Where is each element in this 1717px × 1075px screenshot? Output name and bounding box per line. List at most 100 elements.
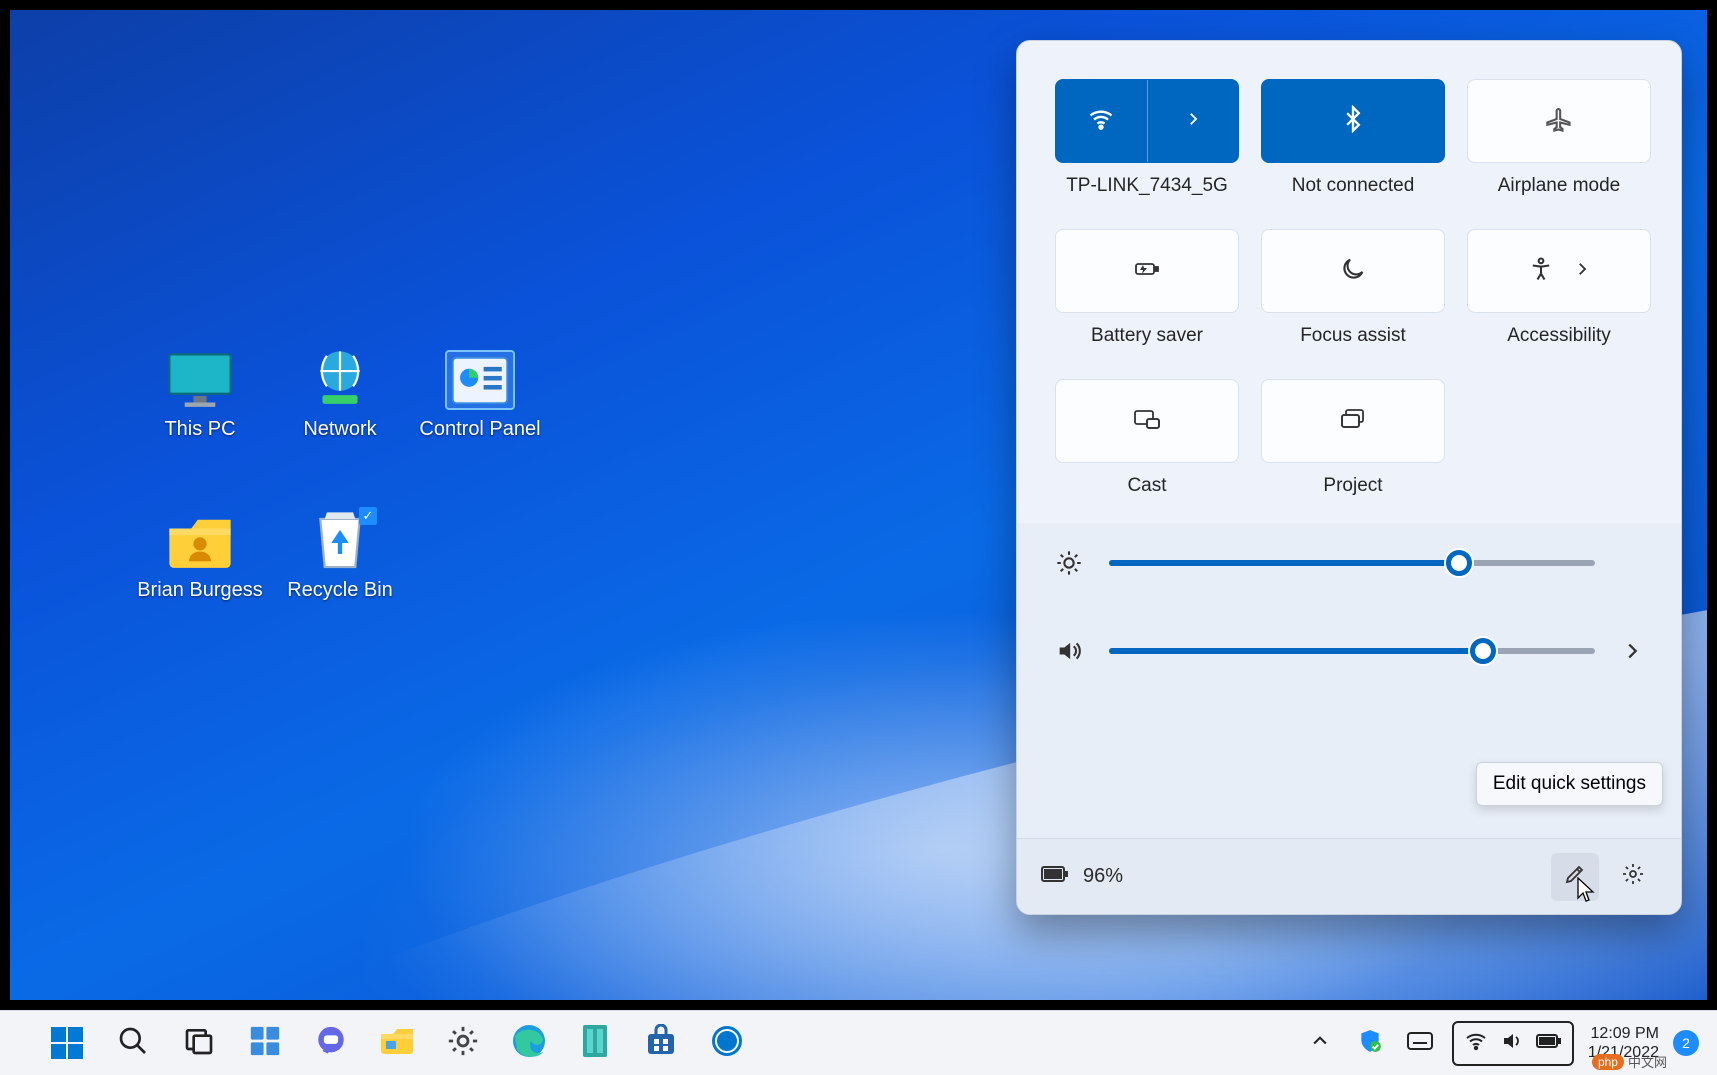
volume-icon [1055,637,1083,665]
wifi-icon [1087,105,1115,138]
desktop-icon-label: Recycle Bin [287,579,393,602]
desktop-icons-grid: This PC Network Control Panel Brian Burg… [130,350,550,602]
gear-icon [1621,862,1645,891]
battery-percent: 96% [1083,865,1123,888]
office-button[interactable] [568,1016,622,1070]
volume-expand[interactable] [1621,640,1643,662]
file-explorer-button[interactable] [370,1016,424,1070]
airplane-mode-tile-label: Airplane mode [1498,175,1621,197]
wifi-tile[interactable] [1055,79,1239,163]
chat-icon [314,1024,348,1063]
taskbar-settings-button[interactable] [436,1016,490,1070]
desktop-icon-label: This PC [164,418,235,441]
monitor-icon [165,350,235,410]
edit-quick-settings-button[interactable] [1551,853,1599,901]
time-text: 12:09 PM [1591,1024,1659,1043]
desktop-icon-user-folder[interactable]: Brian Burgess [130,511,270,602]
dell-button[interactable] [700,1016,754,1070]
edge-icon [511,1023,547,1064]
task-view-button[interactable] [172,1016,226,1070]
quick-settings-flyout: TP-LINK_7434_5G Not connected Airplane m… [1016,40,1682,915]
bluetooth-tile[interactable] [1261,79,1445,163]
quick-settings-tray-button[interactable] [1452,1021,1574,1066]
office-icon [579,1023,611,1064]
brightness-slider[interactable] [1109,560,1595,566]
chat-button[interactable] [304,1016,358,1070]
taskbar: 12:09 PM 1/21/2022 2 php 中文网 [0,1010,1717,1075]
cast-tile-label: Cast [1127,475,1166,497]
folder-icon [379,1026,415,1061]
tooltip-text: Edit quick settings [1493,773,1646,794]
desktop-icon-label: Network [303,418,376,441]
cursor-pointer-icon [1577,877,1597,903]
start-button[interactable] [40,1016,94,1070]
store-button[interactable] [634,1016,688,1070]
volume-icon [1500,1029,1524,1058]
project-tile-label: Project [1323,475,1382,497]
selection-check-icon: ✓ [359,507,377,525]
moon-icon [1339,255,1367,288]
wifi-icon [1464,1029,1488,1058]
quick-settings-statusbar: 96% [1017,838,1681,914]
shield-icon [1357,1028,1383,1059]
desktop-icon-network[interactable]: Network [270,350,410,441]
tray-overflow-button[interactable] [1302,1016,1338,1070]
airplane-icon [1545,105,1573,138]
widgets-button[interactable] [238,1016,292,1070]
cast-icon [1133,405,1161,438]
project-tile[interactable] [1261,379,1445,463]
edge-button[interactable] [502,1016,556,1070]
accessibility-tile-label: Accessibility [1507,325,1610,347]
battery-saver-tile[interactable] [1055,229,1239,313]
wifi-expand[interactable] [1147,80,1239,162]
input-indicator[interactable] [1402,1016,1438,1070]
control-panel-icon [445,350,515,410]
chevron-right-icon [1184,110,1202,133]
accessibility-tile[interactable] [1467,229,1651,313]
wifi-tile-label: TP-LINK_7434_5G [1066,175,1228,197]
security-tray-icon[interactable] [1352,1016,1388,1070]
globe-icon [305,350,375,410]
battery-saver-tile-label: Battery saver [1091,325,1203,347]
battery-indicator[interactable]: 96% [1041,865,1123,889]
desktop-icon-recycle-bin[interactable]: ✓ Recycle Bin [270,511,410,602]
task-view-icon [183,1025,215,1062]
keyboard-icon [1406,1031,1434,1056]
edit-quick-settings-tooltip: Edit quick settings [1476,762,1663,806]
focus-assist-tile-label: Focus assist [1300,325,1406,347]
desktop-icon-this-pc[interactable]: This PC [130,350,270,441]
taskbar-clock[interactable]: 12:09 PM 1/21/2022 [1588,1024,1659,1062]
airplane-mode-tile[interactable] [1467,79,1651,163]
notification-badge[interactable]: 2 [1673,1030,1699,1056]
brightness-row [1055,549,1643,577]
volume-slider[interactable] [1109,648,1595,654]
dell-icon [710,1024,744,1063]
battery-saver-icon [1133,255,1161,288]
chevron-right-icon [1573,260,1591,283]
accessibility-icon [1527,255,1555,288]
project-icon [1339,405,1367,438]
desktop-wallpaper[interactable]: This PC Network Control Panel Brian Burg… [0,0,1717,1010]
bluetooth-tile-label: Not connected [1292,175,1415,197]
desktop-icon-label: Control Panel [419,418,540,441]
desktop-icon-label: Brian Burgess [137,579,263,602]
settings-gear-button[interactable] [1609,853,1657,901]
cast-tile[interactable] [1055,379,1239,463]
gear-icon [446,1024,480,1063]
battery-icon [1536,1033,1562,1054]
user-folder-icon [165,511,235,571]
wifi-toggle[interactable] [1056,80,1147,162]
search-icon [117,1025,149,1062]
desktop-icon-control-panel[interactable]: Control Panel [410,350,550,441]
brightness-icon [1055,549,1083,577]
system-tray: 12:09 PM 1/21/2022 2 [1302,1011,1699,1075]
volume-row [1055,637,1643,665]
date-text: 1/21/2022 [1588,1043,1659,1062]
chevron-up-icon [1310,1031,1330,1056]
focus-assist-tile[interactable] [1261,229,1445,313]
search-button[interactable] [106,1016,160,1070]
widgets-icon [248,1024,282,1063]
store-icon [644,1024,678,1063]
quick-settings-tiles: TP-LINK_7434_5G Not connected Airplane m… [1017,41,1681,515]
notification-count: 2 [1682,1035,1690,1051]
